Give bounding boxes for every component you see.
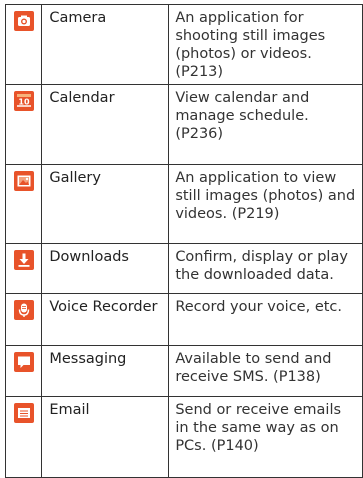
table-row: Voice Recorder Record your voice, etc. <box>4 293 363 346</box>
app-name: Voice Recorder <box>41 293 170 346</box>
app-description: Available to send and receive SMS. (P138… <box>168 345 363 397</box>
app-description: An application to view still images (pho… <box>168 164 363 244</box>
app-name: Camera <box>41 4 170 85</box>
app-name: Calendar <box>41 84 170 165</box>
app-description: Confirm, display or play the downloaded … <box>168 243 363 294</box>
gallery-icon <box>14 171 34 191</box>
app-description: Send or receive emails in the same way a… <box>168 396 363 478</box>
table-row: Messaging Available to send and receive … <box>4 345 363 397</box>
camera-icon <box>14 11 34 31</box>
calendar-icon-text: 10 <box>18 98 30 107</box>
icon-cell <box>4 243 43 294</box>
table-row: Gallery An application to view still ima… <box>4 164 363 244</box>
app-description: View calendar and manage schedule. (P236… <box>168 84 363 165</box>
calendar-icon: 10 <box>14 91 34 111</box>
app-name: Messaging <box>41 345 170 397</box>
icon-cell <box>4 345 43 397</box>
table-row: Camera An application for shooting still… <box>4 4 363 85</box>
icon-cell <box>4 293 43 346</box>
app-name: Gallery <box>41 164 170 244</box>
icon-cell <box>4 396 43 478</box>
message-icon <box>14 352 34 372</box>
apps-table: Camera An application for shooting still… <box>4 4 363 478</box>
app-name: Email <box>41 396 170 478</box>
email-icon <box>14 403 34 423</box>
table-row: Downloads Confirm, display or play the d… <box>4 243 363 294</box>
icon-cell <box>4 164 43 244</box>
app-description: An application for shooting still images… <box>168 4 363 85</box>
table-row: 10 Calendar View calendar and manage sch… <box>4 84 363 165</box>
table-row: Email Send or receive emails in the same… <box>4 396 363 478</box>
icon-cell: 10 <box>4 84 43 165</box>
download-icon <box>14 250 34 270</box>
app-description: Record your voice, etc. <box>168 293 363 346</box>
app-name: Downloads <box>41 243 170 294</box>
microphone-icon <box>14 300 34 320</box>
icon-cell <box>4 4 43 85</box>
